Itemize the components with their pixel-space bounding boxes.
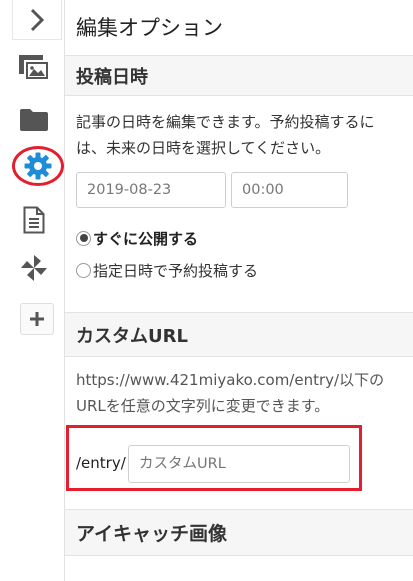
sidebar-toggle-button[interactable] [12, 0, 62, 40]
document-icon [23, 206, 45, 234]
highlight-box [66, 425, 362, 491]
pinwheel-icon [21, 255, 47, 281]
chevron-right-icon [30, 8, 45, 31]
radio-publish-now[interactable]: すぐに公開する [76, 223, 198, 253]
plus-icon [30, 312, 44, 326]
eyecatch-title: アイキャッチ画像 [65, 510, 413, 556]
folder-icon [20, 109, 48, 131]
sidebar-item-document[interactable] [14, 200, 54, 240]
date-input[interactable]: 2019-08-23 [76, 172, 226, 208]
custom-url-title: カスタムURL [65, 313, 413, 357]
radio-button-unchecked[interactable] [76, 262, 91, 278]
sidebar-item-pinwheel[interactable] [14, 248, 54, 288]
post-date-description: 記事の日時を編集できます。予約投稿するには、未来の日時を選択してください。 [76, 113, 375, 157]
photos-icon [19, 55, 50, 81]
post-date-title: 投稿日時 [65, 56, 413, 96]
time-input[interactable]: 00:00 [231, 172, 348, 208]
sidebar-item-add[interactable] [20, 303, 54, 335]
sidebar [0, 0, 65, 581]
sidebar-item-folder[interactable] [14, 100, 54, 140]
sidebar-item-settings[interactable] [18, 146, 58, 186]
radio-button-checked[interactable] [76, 230, 91, 246]
edit-options-panel: 編集オプション 投稿日時 記事の日時を編集できます。予約投稿するには、未来の日時… [65, 0, 413, 581]
gear-icon [24, 152, 52, 180]
panel-title: 編集オプション [65, 0, 413, 56]
radio-schedule-label: 指定日時で予約投稿する [93, 261, 259, 280]
radio-publish-now-label: すぐに公開する [93, 229, 199, 248]
radio-schedule[interactable]: 指定日時で予約投稿する [76, 255, 258, 285]
sidebar-item-media[interactable] [14, 48, 54, 88]
eyecatch-section: アイキャッチ画像 [65, 510, 413, 556]
custom-url-description: https://www.421miyako.com/entry/以下のURLを任… [76, 371, 385, 415]
post-date-section: 投稿日時 記事の日時を編集できます。予約投稿するには、未来の日時を選択してくださ… [65, 56, 413, 313]
